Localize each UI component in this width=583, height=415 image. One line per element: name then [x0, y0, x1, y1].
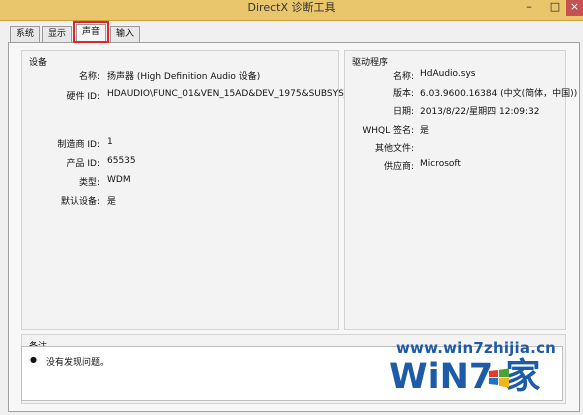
product-id-value: 65535	[107, 156, 136, 166]
other-files-label: 其他文件:	[374, 144, 414, 154]
driver-date-label: 日期:	[392, 107, 414, 117]
manufacturer-id-label: 制造商 ID:	[57, 140, 100, 150]
type-value: WDM	[107, 175, 131, 185]
type-label: 类型:	[78, 178, 100, 188]
product-id-label: 产品 ID:	[66, 159, 100, 169]
close-button[interactable]: ×	[566, 0, 583, 16]
driver-name-label: 名称:	[392, 72, 414, 82]
driver-name-value: HdAudio.sys	[420, 69, 476, 79]
device-group-title: 设备	[29, 58, 48, 68]
provider-value: Microsoft	[420, 159, 461, 169]
provider-label: 供应商:	[383, 162, 414, 172]
bullet-icon: ●	[30, 355, 37, 364]
watermark-logo: WiN7 家	[389, 357, 541, 397]
whql-label: WHQL 签名:	[362, 126, 414, 136]
windows-flag-icon	[489, 368, 509, 388]
title-bar: DirectX 诊断工具 – □ ×	[0, 0, 583, 21]
driver-date-value: 2013/8/22/星期四 12:09:32	[420, 107, 540, 117]
maximize-button[interactable]: □	[546, 0, 564, 16]
tab-display[interactable]: 显示	[42, 26, 73, 42]
whql-value: 是	[420, 126, 430, 136]
minimize-button[interactable]: –	[520, 0, 538, 16]
device-name-label: 名称:	[78, 72, 100, 82]
hardware-id-label: 硬件 ID:	[66, 92, 100, 102]
device-name-value: 扬声器 (High Definition Audio 设备)	[107, 72, 261, 82]
watermark-site: www.win7zhijia.cn	[396, 339, 557, 357]
note-item: 没有发现问题。	[46, 358, 110, 368]
default-device-label: 默认设备:	[60, 197, 100, 207]
tab-system[interactable]: 系统	[10, 26, 41, 42]
window-title: DirectX 诊断工具	[247, 1, 336, 14]
tab-input[interactable]: 输入	[110, 26, 141, 42]
tab-highlight-box	[73, 21, 109, 43]
default-device-value: 是	[107, 197, 117, 207]
driver-version-label: 版本:	[392, 89, 414, 99]
hardware-id-value: HDAUDIO\FUNC_01&VEN_15AD&DEV_1975&SUBSYS…	[107, 89, 349, 99]
driver-version-value: 6.03.9600.16384 (中文(简体，中国))	[420, 89, 578, 99]
manufacturer-id-value: 1	[107, 137, 113, 147]
driver-group-title: 驱动程序	[352, 58, 389, 68]
